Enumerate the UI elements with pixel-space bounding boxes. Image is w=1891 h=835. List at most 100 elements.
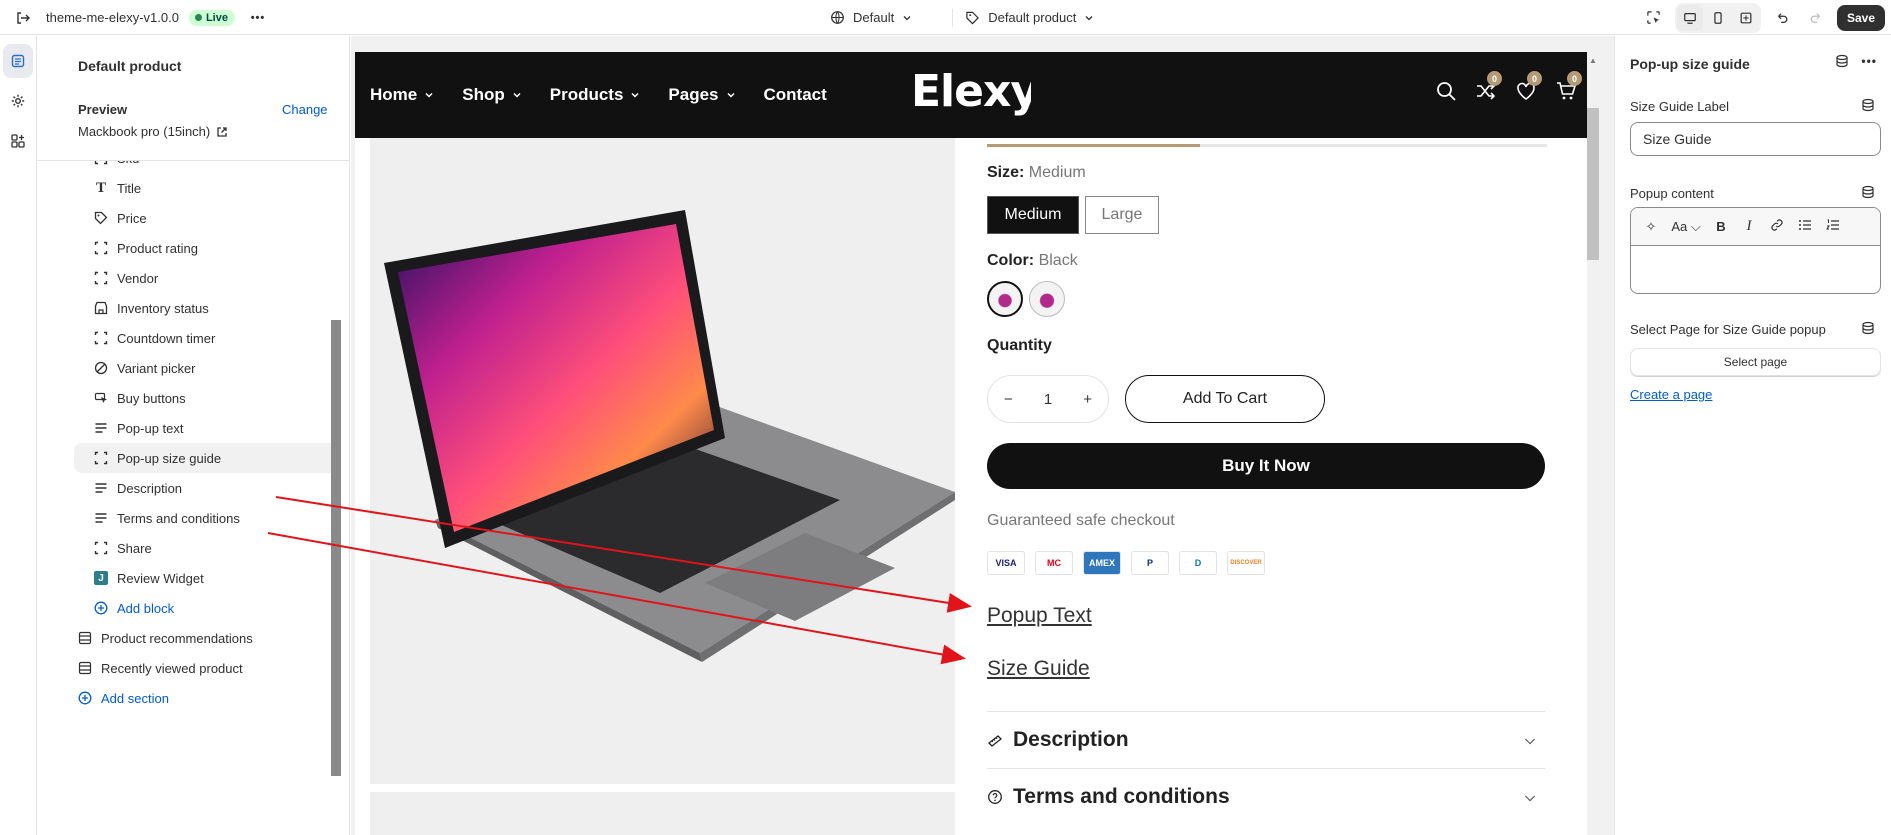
accordion-terms-title: Terms and conditions bbox=[1013, 785, 1230, 808]
search-icon[interactable] bbox=[1435, 80, 1457, 102]
size-option-medium[interactable]: Medium bbox=[987, 196, 1079, 234]
inspector-icon[interactable] bbox=[1641, 5, 1667, 31]
store-logo[interactable]: Elexy bbox=[911, 66, 1039, 129]
sidebar-scrollbar[interactable] bbox=[331, 320, 341, 776]
select-page-button[interactable]: Select page bbox=[1630, 348, 1881, 376]
italic-icon[interactable]: I bbox=[1739, 218, 1759, 235]
wishlist-heart-icon[interactable]: 0 bbox=[1515, 71, 1542, 102]
chevron-down-icon bbox=[1085, 15, 1093, 20]
sections-icon[interactable] bbox=[3, 44, 33, 78]
page-selector[interactable]: Default product bbox=[965, 10, 1094, 25]
undo-icon[interactable] bbox=[1769, 5, 1795, 31]
bullet-list-icon[interactable] bbox=[1795, 218, 1815, 235]
preview-product[interactable]: Mackbook pro (15inch) bbox=[78, 124, 228, 139]
magic-icon[interactable]: ✧ bbox=[1641, 219, 1661, 235]
quantity-stepper: − 1 + bbox=[987, 375, 1109, 423]
block-item-product-rating[interactable]: Product rating bbox=[74, 233, 338, 263]
block-item-review-widget[interactable]: J Review Widget bbox=[74, 563, 338, 593]
dynamic-source-icon[interactable] bbox=[1861, 321, 1875, 335]
quantity-minus-button[interactable]: − bbox=[1004, 391, 1013, 408]
accordion-terms[interactable]: Terms and conditions ⌵ bbox=[987, 768, 1545, 825]
nav-item-products[interactable]: Products bbox=[550, 85, 641, 105]
section-item-product-recommendations[interactable]: Product recommendations bbox=[54, 623, 334, 653]
mobile-view-icon[interactable] bbox=[1705, 5, 1731, 31]
popup-text-link[interactable]: Popup Text bbox=[987, 604, 1092, 628]
device-switcher bbox=[1674, 2, 1761, 33]
database-icon[interactable] bbox=[1835, 54, 1849, 71]
quantity-plus-button[interactable]: + bbox=[1083, 391, 1092, 408]
dashed-square-icon bbox=[94, 161, 108, 165]
dashed-square-icon bbox=[94, 271, 108, 285]
chevron-down-icon: ⌵ bbox=[1525, 732, 1535, 747]
change-preview-link[interactable]: Change bbox=[282, 102, 328, 117]
product-image-secondary[interactable] bbox=[370, 792, 955, 835]
numbered-list-icon[interactable] bbox=[1823, 218, 1843, 235]
section-item-label: Recently viewed product bbox=[101, 660, 243, 676]
nav-item-label: Home bbox=[370, 85, 418, 104]
cursor-icon bbox=[94, 391, 108, 405]
size-guide-link[interactable]: Size Guide bbox=[987, 657, 1090, 681]
block-item-title[interactable]: T Title bbox=[74, 173, 338, 203]
block-item-vendor[interactable]: Vendor bbox=[74, 263, 338, 293]
buy-it-now-button[interactable]: Buy It Now bbox=[987, 443, 1545, 489]
block-item-terms-and-conditions[interactable]: Terms and conditions bbox=[74, 503, 338, 533]
text-style-icon[interactable]: Aa ⌵ bbox=[1669, 219, 1703, 235]
accordion-description[interactable]: Description ⌵ bbox=[987, 711, 1545, 768]
live-dot-icon bbox=[194, 14, 202, 21]
size-option-label: Size: Medium bbox=[987, 164, 1086, 182]
block-item-sku[interactable]: Sku bbox=[74, 161, 338, 173]
block-item-inventory-status[interactable]: Inventory status bbox=[74, 293, 338, 323]
block-item-countdown-timer[interactable]: Countdown timer bbox=[74, 323, 338, 353]
cart-icon[interactable]: 0 bbox=[1555, 71, 1582, 102]
color-swatch-silver[interactable] bbox=[1029, 281, 1065, 317]
dynamic-source-icon[interactable] bbox=[1861, 185, 1875, 199]
size-guide-label-input[interactable]: Size Guide bbox=[1630, 122, 1881, 156]
block-item-price[interactable]: Price bbox=[74, 203, 338, 233]
block-item-description[interactable]: Description bbox=[74, 473, 338, 503]
nav-item-pages[interactable]: Pages bbox=[668, 85, 735, 105]
bold-icon[interactable]: B bbox=[1711, 219, 1731, 234]
color-swatch-black[interactable] bbox=[987, 281, 1023, 317]
template-selector[interactable]: Default bbox=[830, 10, 912, 25]
compare-icon[interactable]: 0 bbox=[1475, 71, 1502, 102]
wishlist-count-badge: 0 bbox=[1527, 71, 1542, 86]
exit-icon[interactable] bbox=[10, 5, 36, 31]
nav-item-shop[interactable]: Shop bbox=[462, 85, 522, 105]
block-list: Sku T Title Price Product rating Vendor Invent… bbox=[38, 161, 338, 835]
dynamic-source-icon[interactable] bbox=[1861, 98, 1875, 112]
popup-content-editor: ✧ Aa ⌵ B I bbox=[1630, 207, 1881, 294]
dashed-square-icon bbox=[94, 451, 108, 465]
block-item-share[interactable]: Share bbox=[74, 533, 338, 563]
settings-gear-icon[interactable] bbox=[3, 84, 33, 118]
cart-count-badge: 0 bbox=[1567, 71, 1582, 86]
desktop-view-icon[interactable] bbox=[1676, 4, 1703, 31]
block-item-label: Product rating bbox=[117, 240, 198, 256]
section-item-recently-viewed-product[interactable]: Recently viewed product bbox=[54, 653, 334, 683]
canvas-scrollbar[interactable] bbox=[1587, 108, 1599, 260]
payment-diners-icon: D bbox=[1179, 551, 1217, 575]
block-item-buy-buttons[interactable]: Buy buttons bbox=[74, 383, 338, 413]
block-item-pop-up-text[interactable]: Pop-up text bbox=[74, 413, 338, 443]
block-item-label: Pop-up text bbox=[117, 420, 184, 436]
create-page-link[interactable]: Create a page bbox=[1630, 387, 1712, 402]
add-to-cart-button[interactable]: Add To Cart bbox=[1125, 375, 1325, 423]
product-image[interactable] bbox=[370, 138, 955, 784]
question-circle-icon bbox=[988, 790, 1002, 804]
add-block-button[interactable]: Add block bbox=[74, 593, 338, 623]
more-options-icon[interactable]: ••• bbox=[1861, 54, 1877, 71]
quantity-value[interactable]: 1 bbox=[1044, 391, 1052, 408]
fullscreen-view-icon[interactable] bbox=[1733, 5, 1759, 31]
link-icon[interactable] bbox=[1767, 218, 1787, 235]
nav-item-contact[interactable]: Contact bbox=[764, 85, 827, 105]
nav-item-home[interactable]: Home bbox=[370, 85, 434, 105]
size-option-large[interactable]: Large bbox=[1085, 196, 1159, 234]
canvas-scroll-up-arrow-icon[interactable]: ▲ bbox=[1589, 56, 1597, 65]
ruler-icon bbox=[988, 735, 1002, 747]
add-section-button[interactable]: Add section bbox=[54, 683, 334, 713]
more-options-button[interactable]: ••• bbox=[245, 5, 271, 31]
redo-icon[interactable] bbox=[1803, 5, 1829, 31]
block-item-pop-up-size-guide[interactable]: Pop-up size guide bbox=[74, 443, 338, 473]
apps-icon[interactable] bbox=[3, 124, 33, 158]
block-item-variant-picker[interactable]: Variant picker bbox=[74, 353, 338, 383]
save-button[interactable]: Save bbox=[1836, 4, 1885, 31]
